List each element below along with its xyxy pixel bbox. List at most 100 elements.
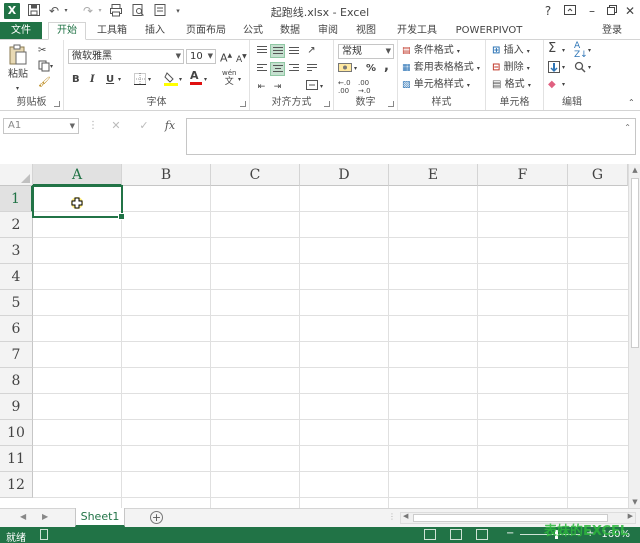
ribbon-display-options-icon[interactable]	[560, 2, 580, 20]
select-all-button[interactable]	[0, 164, 33, 186]
page-layout-view-icon[interactable]	[450, 529, 462, 540]
underline-button[interactable]: U	[106, 73, 114, 87]
close-icon[interactable]: ✕	[620, 2, 640, 20]
scroll-up-icon[interactable]: ▲	[629, 166, 640, 174]
prev-sheet-icon[interactable]: ◀	[20, 512, 26, 521]
bold-button[interactable]: B	[72, 73, 80, 87]
scroll-right-icon[interactable]: ▶	[628, 512, 633, 520]
formula-input[interactable]: ⌃	[186, 118, 636, 155]
number-format-select[interactable]: 常规 ▼	[338, 44, 394, 59]
vertical-scrollbar[interactable]: ▲ ▼	[628, 164, 640, 508]
tab-formulas[interactable]: 公式	[238, 22, 268, 40]
column-header-a[interactable]: A	[33, 164, 122, 186]
wrap-text-icon[interactable]	[304, 62, 319, 76]
tab-view[interactable]: 视图	[350, 22, 382, 40]
copy-icon[interactable]	[38, 60, 50, 77]
collapse-formula-bar-icon[interactable]: ⌃	[624, 123, 631, 132]
tab-review[interactable]: 审阅	[312, 22, 344, 40]
format-cells-button[interactable]: ▤ 格式 ▾	[492, 78, 531, 93]
bottom-align-icon[interactable]	[286, 44, 301, 58]
cut-icon[interactable]: ✂	[38, 44, 46, 58]
merge-center-icon[interactable]	[304, 80, 319, 94]
row-header-1[interactable]: 1	[0, 186, 33, 212]
zoom-out-button[interactable]: −	[506, 528, 514, 539]
column-header-g[interactable]: G	[568, 164, 628, 186]
autosum-dropdown-icon[interactable]: ▾	[562, 44, 565, 58]
delete-cells-button[interactable]: ⊟ 删除 ▾	[492, 61, 530, 76]
tab-page-layout[interactable]: 页面布局	[178, 22, 234, 40]
cell-styles-button[interactable]: ▧ 单元格样式 ▾	[402, 78, 470, 93]
middle-align-icon[interactable]	[270, 44, 285, 58]
increase-indent-icon[interactable]: ⇥	[270, 80, 285, 94]
column-header-b[interactable]: B	[122, 164, 211, 186]
borders-dropdown-icon[interactable]: ▾	[148, 73, 151, 87]
shrink-font-button[interactable]: A▼	[236, 50, 247, 67]
phonetic-icon[interactable]: wén 文	[222, 69, 236, 87]
normal-view-icon[interactable]	[424, 529, 436, 540]
macro-record-icon[interactable]	[40, 529, 48, 540]
column-header-e[interactable]: E	[389, 164, 478, 186]
orientation-icon[interactable]: ↗	[304, 44, 319, 58]
tab-developer[interactable]: 开发工具	[392, 22, 442, 40]
row-header-8[interactable]: 8	[0, 368, 33, 394]
merge-dropdown-icon[interactable]: ▾	[320, 80, 323, 94]
phonetic-dropdown-icon[interactable]: ▾	[238, 73, 241, 87]
row-header-2[interactable]: 2	[0, 212, 33, 238]
row-header-10[interactable]: 10	[0, 420, 33, 446]
confirm-formula-icon[interactable]: ✓	[134, 118, 154, 134]
tab-insert[interactable]: 插入	[138, 22, 172, 40]
decrease-indent-icon[interactable]: ⇤	[254, 80, 269, 94]
find-select-icon[interactable]	[574, 61, 586, 78]
align-center-icon[interactable]	[270, 62, 285, 76]
collapse-ribbon-icon[interactable]: ⌃	[628, 96, 635, 110]
sign-in-link[interactable]: 登录	[602, 22, 622, 40]
insert-function-button[interactable]: fx	[160, 118, 180, 134]
italic-button[interactable]: I	[90, 73, 95, 87]
find-dropdown-icon[interactable]: ▾	[588, 61, 591, 75]
percent-button[interactable]: %	[366, 62, 376, 76]
column-header-d[interactable]: D	[300, 164, 389, 186]
help-icon[interactable]: ?	[538, 2, 558, 20]
top-align-icon[interactable]	[254, 44, 269, 58]
paste-label[interactable]: 粘贴	[8, 68, 28, 82]
align-right-icon[interactable]	[286, 62, 301, 76]
alignment-launcher-icon[interactable]	[324, 101, 330, 107]
scroll-down-icon[interactable]: ▼	[629, 498, 640, 506]
row-header-12[interactable]: 12	[0, 472, 33, 498]
scroll-left-icon[interactable]: ◀	[403, 512, 408, 520]
next-sheet-icon[interactable]: ▶	[42, 512, 48, 521]
tab-toolbox[interactable]: 工具箱	[90, 22, 134, 40]
clear-icon[interactable]: ◆	[548, 78, 556, 92]
copy-dropdown-icon[interactable]: ▾	[50, 60, 53, 74]
worksheet-grid[interactable]: A B C D E F G 1 2 3 4 5 6 7 8 9 10 11 12…	[0, 164, 640, 508]
new-sheet-button[interactable]: +	[150, 511, 163, 524]
fill-dropdown-icon[interactable]: ▾	[562, 61, 565, 75]
tab-file[interactable]: 文件	[0, 22, 42, 40]
autosum-button[interactable]: Σ	[548, 42, 556, 56]
minimize-icon[interactable]: –	[582, 2, 602, 20]
sheet-tab-sheet1[interactable]: Sheet1	[75, 508, 125, 527]
paste-button[interactable]	[8, 44, 28, 71]
borders-icon[interactable]	[134, 73, 146, 90]
fill-icon[interactable]	[548, 61, 560, 78]
restore-icon[interactable]	[602, 2, 622, 20]
vertical-scroll-thumb[interactable]	[631, 178, 639, 348]
sort-filter-dropdown-icon[interactable]: ▾	[588, 44, 591, 58]
format-painter-icon[interactable]: 🖌	[38, 76, 51, 90]
row-header-11[interactable]: 11	[0, 446, 33, 472]
insert-cells-button[interactable]: ⊞ 插入 ▾	[492, 44, 530, 59]
tab-split-icon[interactable]: ⋮	[388, 512, 396, 521]
tab-powerpivot[interactable]: POWERPIVOT	[452, 22, 526, 40]
column-header-c[interactable]: C	[211, 164, 300, 186]
font-size-select[interactable]: 10 ▼	[186, 49, 216, 64]
grow-font-button[interactable]: A▲	[220, 49, 232, 66]
cancel-formula-icon[interactable]: ✕	[106, 118, 126, 134]
font-launcher-icon[interactable]	[240, 101, 246, 107]
clipboard-launcher-icon[interactable]	[54, 101, 60, 107]
font-name-select[interactable]: 微软雅黑 ▼	[68, 49, 184, 64]
sort-filter-icon[interactable]: A Z↓	[574, 42, 588, 60]
fill-color-dropdown-icon[interactable]: ▾	[179, 73, 182, 87]
conditional-formatting-button[interactable]: ▤ 条件格式 ▾	[402, 44, 460, 59]
number-launcher-icon[interactable]	[388, 101, 394, 107]
row-header-5[interactable]: 5	[0, 290, 33, 316]
